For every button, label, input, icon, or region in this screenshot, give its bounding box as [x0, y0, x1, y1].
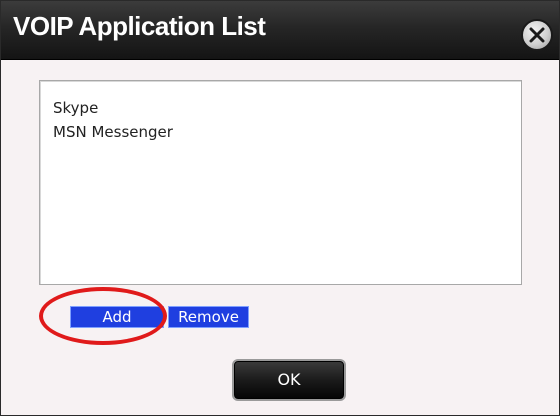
remove-button[interactable]: Remove	[168, 306, 249, 328]
voip-application-list-dialog: VOIP Application List Skype MSN Messenge…	[0, 0, 560, 416]
close-button[interactable]	[521, 19, 553, 51]
add-button[interactable]: Add	[70, 306, 164, 328]
ok-button[interactable]: OK	[234, 361, 344, 399]
dialog-titlebar: VOIP Application List	[1, 1, 559, 60]
dialog-title: VOIP Application List	[13, 11, 266, 41]
list-item[interactable]: MSN Messenger	[53, 123, 173, 141]
application-listbox[interactable]: Skype MSN Messenger	[39, 80, 522, 285]
list-item[interactable]: Skype	[53, 99, 98, 117]
close-x-icon	[529, 27, 545, 43]
